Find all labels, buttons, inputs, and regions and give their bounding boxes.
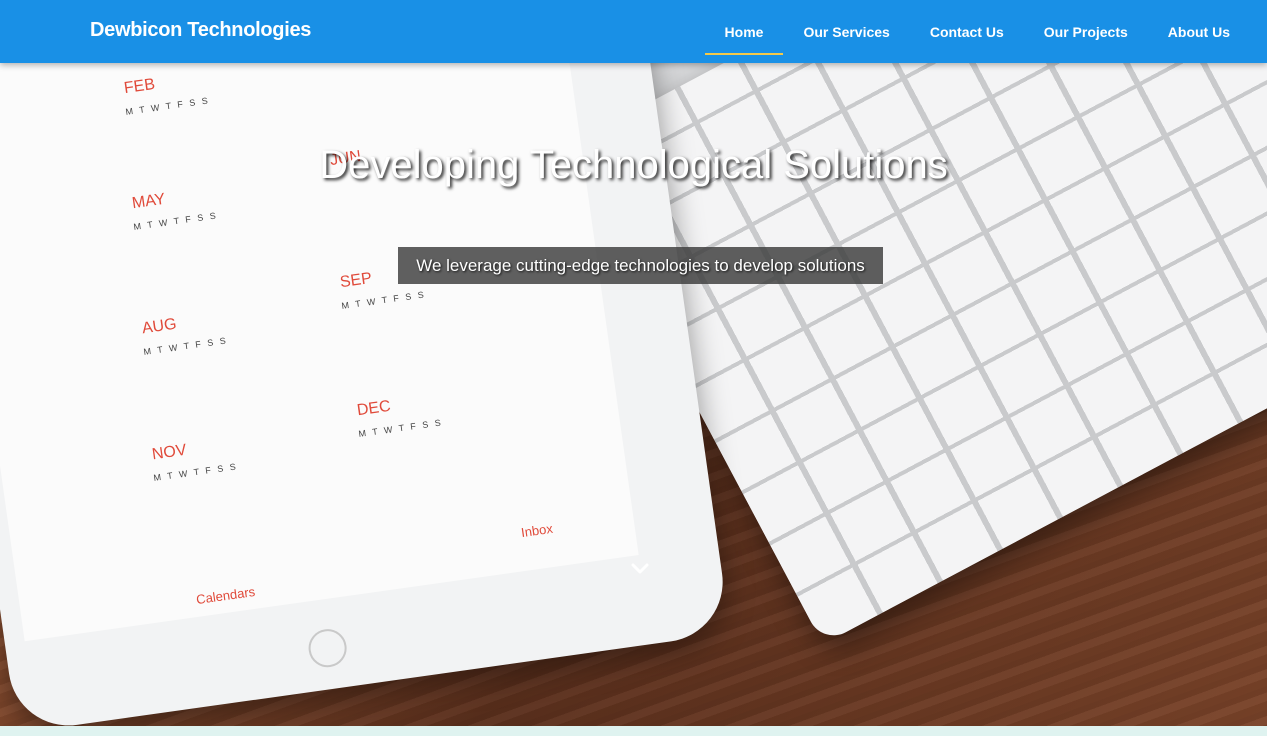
- hero-subtitle: We leverage cutting-edge technologies to…: [416, 255, 865, 275]
- nav-item-contact-us[interactable]: Contact Us: [910, 0, 1024, 63]
- hero-section: FEB M T W T F S S MAY M T W T F S S AUG …: [0, 0, 1267, 726]
- main-nav: Home Our Services Contact Us Our Project…: [704, 0, 1267, 63]
- tablet-screen: [0, 0, 639, 642]
- tablet-image: [0, 0, 731, 726]
- hero-subtitle-box: We leverage cutting-edge technologies to…: [398, 247, 883, 284]
- brand-logo-text[interactable]: Dewbicon Technologies: [90, 19, 311, 42]
- top-navbar: Dewbicon Technologies Home Our Services …: [0, 0, 1267, 63]
- nav-item-home[interactable]: Home: [704, 0, 784, 63]
- nav-item-our-projects[interactable]: Our Projects: [1024, 0, 1148, 63]
- nav-item-about-us[interactable]: About Us: [1148, 0, 1267, 63]
- nav-item-our-services[interactable]: Our Services: [783, 0, 909, 63]
- next-section-strip: [0, 726, 1267, 736]
- chevron-down-icon[interactable]: [629, 557, 651, 579]
- tablet-home-button: [306, 626, 350, 670]
- hero-title: Developing Technological Solutions: [319, 143, 948, 187]
